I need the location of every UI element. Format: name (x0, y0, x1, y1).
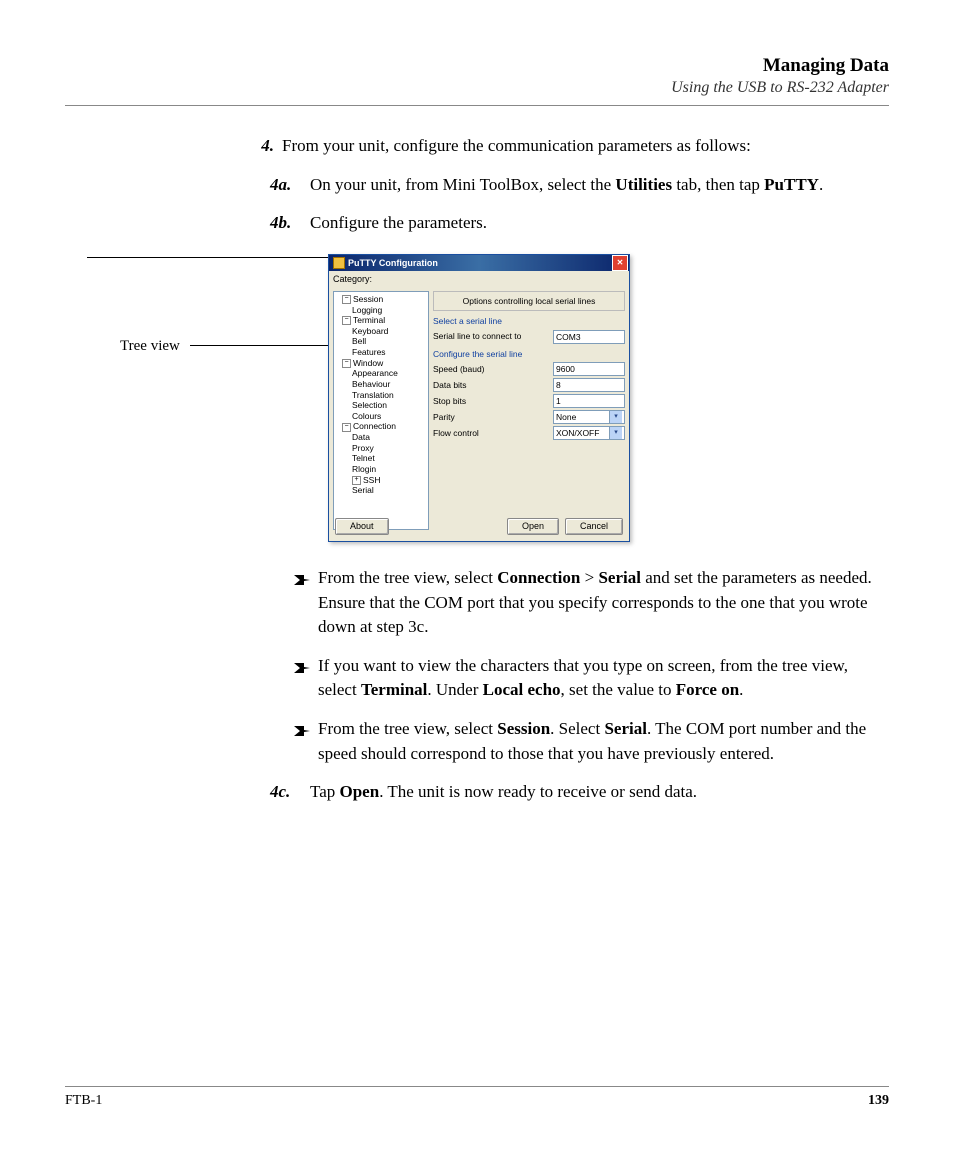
step-number: 4. (240, 134, 282, 159)
page-header: Managing Data Using the USB to RS-232 Ad… (65, 55, 889, 106)
substep-text: On your unit, from Mini ToolBox, select … (310, 173, 823, 198)
putty-icon (333, 257, 345, 269)
open-button[interactable]: Open (507, 518, 559, 535)
substep-number: 4a. (270, 173, 310, 198)
substep-number: 4c. (270, 780, 310, 805)
bullet-text: If you want to view the characters that … (318, 654, 889, 703)
cancel-button[interactable]: Cancel (565, 518, 623, 535)
putty-title: PuTTY Configuration (348, 255, 438, 271)
step-4: 4. From your unit, configure the communi… (240, 134, 889, 159)
bullet-item: From the tree view, select Session. Sele… (294, 717, 889, 766)
step-text: From your unit, configure the communicat… (282, 134, 751, 159)
about-button[interactable]: About (335, 518, 389, 535)
callout-line (190, 345, 330, 346)
bullet-list: From the tree view, select Connection > … (294, 566, 889, 766)
putty-window: PuTTY Configuration ✕ Category: −Session… (328, 254, 630, 542)
speed-input[interactable] (553, 362, 625, 376)
stopbits-input[interactable] (553, 394, 625, 408)
callout-line (87, 257, 328, 258)
bullet-arrow-icon (294, 717, 318, 766)
step-4c: 4c. Tap Open. The unit is now ready to r… (270, 780, 889, 805)
close-button[interactable]: ✕ (612, 255, 628, 271)
bullet-arrow-icon (294, 654, 318, 703)
step-4b: 4b. Configure the parameters. (270, 211, 889, 236)
serial-line-input[interactable] (553, 330, 625, 344)
content-body: 4. From your unit, configure the communi… (240, 134, 889, 805)
group-configure-serial: Configure the serial line (433, 348, 625, 360)
figure-putty: Tree view PuTTY Configuration ✕ Category… (240, 254, 889, 544)
databits-label: Data bits (433, 379, 467, 391)
bullet-text: From the tree view, select Connection > … (318, 566, 889, 640)
databits-input[interactable] (553, 378, 625, 392)
parity-label: Parity (433, 411, 455, 423)
chevron-down-icon: ▾ (609, 427, 622, 439)
speed-label: Speed (baud) (433, 363, 485, 375)
settings-panel: Options controlling local serial lines S… (433, 291, 625, 530)
header-subtitle: Using the USB to RS-232 Adapter (65, 79, 889, 97)
putty-titlebar: PuTTY Configuration ✕ (329, 255, 629, 271)
flow-label: Flow control (433, 427, 479, 439)
bullet-item: If you want to view the characters that … (294, 654, 889, 703)
panel-title: Options controlling local serial lines (433, 291, 625, 311)
chevron-down-icon: ▾ (609, 411, 622, 423)
substep-number: 4b. (270, 211, 310, 236)
header-title: Managing Data (65, 55, 889, 77)
serial-line-label: Serial line to connect to (433, 330, 521, 342)
parity-select[interactable]: None▾ (553, 410, 625, 424)
page-footer: FTB-1 139 (65, 1086, 889, 1109)
stopbits-label: Stop bits (433, 395, 466, 407)
substep-text: Tap Open. The unit is now ready to recei… (310, 780, 697, 805)
page-number: 139 (868, 1093, 889, 1109)
bullet-arrow-icon (294, 566, 318, 640)
category-label: Category: (333, 273, 629, 286)
group-select-serial: Select a serial line (433, 315, 625, 327)
step-4a: 4a. On your unit, from Mini ToolBox, sel… (270, 173, 889, 198)
footer-left: FTB-1 (65, 1093, 102, 1109)
bullet-item: From the tree view, select Connection > … (294, 566, 889, 640)
tree-view[interactable]: −Session Logging −Terminal Keyboard Bell… (333, 291, 429, 530)
substep-text: Configure the parameters. (310, 211, 487, 236)
callout-label: Tree view (120, 336, 180, 358)
flow-select[interactable]: XON/XOFF▾ (553, 426, 625, 440)
bullet-text: From the tree view, select Session. Sele… (318, 717, 889, 766)
